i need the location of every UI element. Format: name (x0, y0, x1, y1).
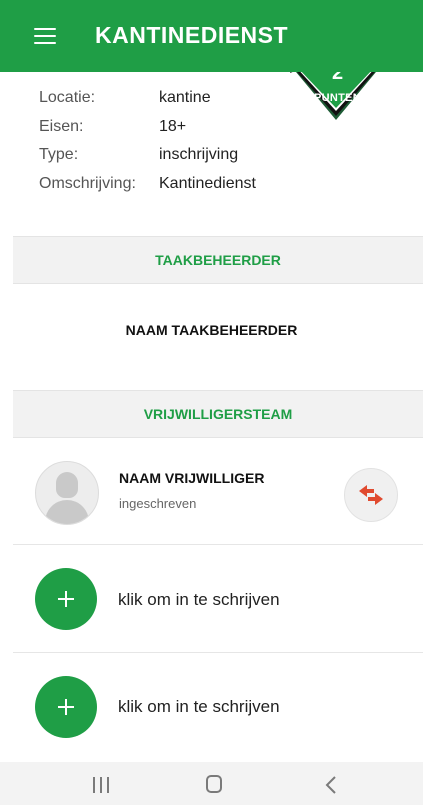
plus-icon (58, 699, 74, 715)
detail-value: inschrijving (159, 146, 239, 163)
page-title: KANTINEDIENST (95, 22, 289, 48)
back-icon[interactable] (325, 775, 337, 795)
detail-key: Omschrijving: (39, 174, 136, 192)
app-header: KANTINEDIENST (0, 0, 423, 72)
detail-value: Kantinedienst (159, 174, 256, 192)
detail-value: 18+ (159, 117, 187, 135)
detail-key: Eisen: (39, 117, 84, 135)
detail-eisen: Eisen: 18+ (39, 113, 256, 142)
section-header-taakbeheerder: TAAKBEHEERDER (13, 236, 423, 284)
detail-locatie: Locatie: kantine (39, 84, 256, 113)
section-header-vrijwilligersteam: VRIJWILLIGERSTEAM (13, 390, 423, 438)
detail-key: Type: (39, 146, 79, 163)
detail-type: Type: inschrijving (39, 141, 256, 170)
detail-value: kantine (159, 89, 211, 106)
add-signup-button[interactable] (35, 568, 97, 630)
swap-arrows-icon (359, 485, 383, 505)
swap-button[interactable] (344, 468, 398, 522)
home-icon[interactable] (206, 775, 222, 793)
detail-key: Locatie: (39, 89, 96, 106)
plus-icon (58, 591, 74, 607)
signup-label: klik om in te schrijven (118, 697, 280, 716)
volunteer-name: NAAM VRIJWILLIGER (119, 470, 265, 486)
volunteer-status: ingeschreven (119, 496, 197, 511)
add-signup-button[interactable] (35, 676, 97, 738)
signup-slot[interactable]: klik om in te schrijven (0, 545, 423, 651)
recent-apps-icon[interactable] (93, 777, 111, 793)
signup-slot[interactable]: klik om in te schrijven (0, 653, 423, 759)
avatar (35, 461, 99, 525)
points-label: PUNTEN (314, 92, 362, 104)
task-details: Locatie: kantine Eisen: 18+ Type: inschr… (39, 84, 256, 198)
volunteer-row[interactable]: NAAM VRIJWILLIGER ingeschreven (0, 440, 423, 544)
detail-omschrijving: Omschrijving: Kantinedienst (39, 170, 256, 199)
hamburger-menu-icon[interactable] (34, 28, 56, 44)
system-nav-bar (0, 762, 423, 805)
signup-label: klik om in te schrijven (118, 590, 280, 609)
manager-name: NAAM TAAKBEHEERDER (125, 322, 298, 338)
